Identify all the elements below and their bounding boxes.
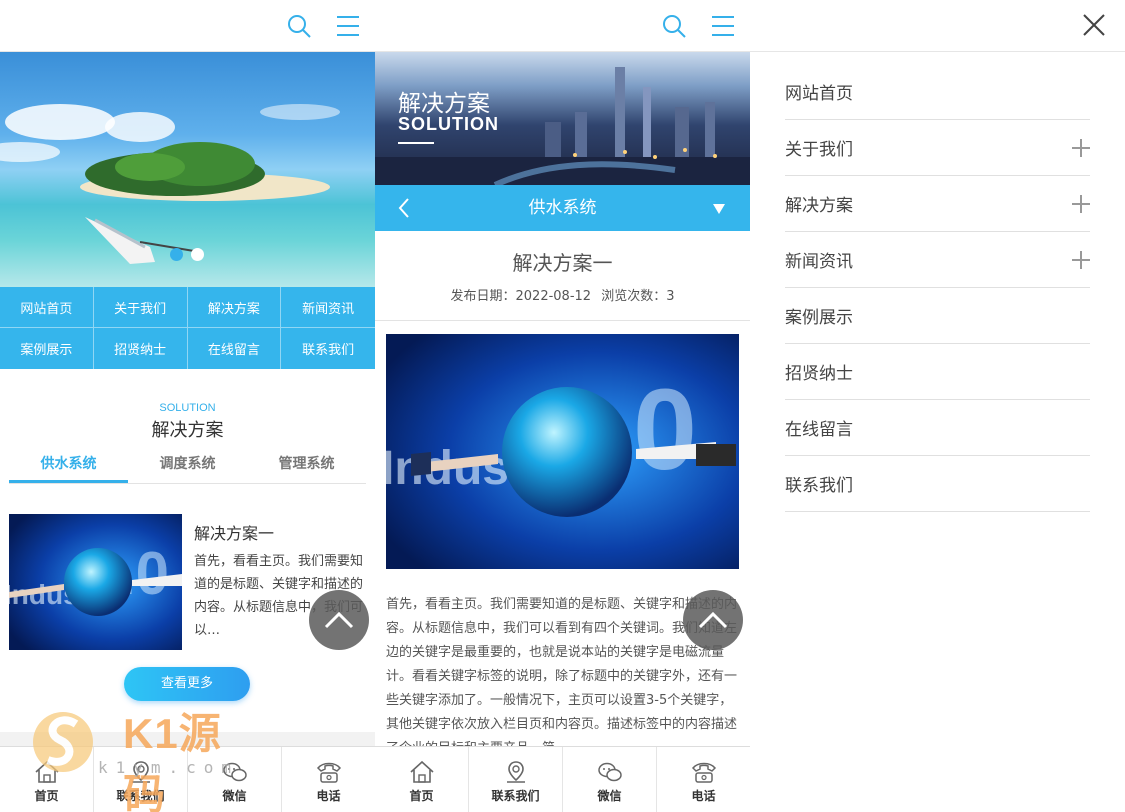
footer-home-button[interactable]: 首页 <box>375 747 469 812</box>
solution-thumbnail[interactable]: .0 Indus <box>9 514 182 650</box>
footer-contact-label: 联系我们 <box>491 789 540 803</box>
footer-phone-button[interactable]: 电话 <box>282 747 375 812</box>
nav-item-message[interactable]: 在线留言 <box>188 328 282 369</box>
hero-banner <box>0 52 375 287</box>
menu-item-label: 解决方案 <box>785 196 853 216</box>
tab-management[interactable]: 管理系统 <box>247 449 366 483</box>
section-title: 解决方案 <box>151 420 224 441</box>
banner-title: 解决方案 <box>398 91 490 117</box>
menu-item-solutions[interactable]: 解决方案 <box>785 176 1090 232</box>
caret-down-icon[interactable] <box>712 203 726 215</box>
nav-item-about[interactable]: 关于我们 <box>93 287 188 328</box>
article-date: 发布日期：2022-08-12 <box>450 289 592 304</box>
wechat-icon <box>597 762 622 782</box>
plus-icon[interactable] <box>1072 250 1090 269</box>
menu-item-jobs[interactable]: 招贤纳士 <box>785 344 1090 400</box>
globe-image: .0 Indus <box>386 334 739 569</box>
tab-water-supply[interactable]: 供水系统 <box>9 449 128 483</box>
view-more-button[interactable]: 查看更多 <box>124 667 250 701</box>
footer-phone-label: 电话 <box>316 789 341 803</box>
phone-icon <box>691 762 716 783</box>
phone-icon <box>316 762 341 783</box>
category-title: 供水系统 <box>528 198 597 218</box>
menu-item-about[interactable]: 关于我们 <box>785 120 1090 176</box>
chevron-up-icon <box>698 611 728 629</box>
menu-item-label: 网站首页 <box>785 84 853 104</box>
menu-item-message[interactable]: 在线留言 <box>785 400 1090 456</box>
plus-icon[interactable] <box>1072 138 1090 157</box>
menu-item-news[interactable]: 新闻资讯 <box>785 232 1090 288</box>
footer-contact-button[interactable]: 联系我们 <box>469 747 563 812</box>
watermark-brand: K1源码 <box>123 710 222 812</box>
nav-item-contact[interactable]: 联系我们 <box>281 328 375 369</box>
globe-image: .0 Indus <box>9 514 182 650</box>
side-menu: 网站首页 关于我们 解决方案 新闻资讯 案例展示 招贤纳士 在线留言 联系我们 <box>785 64 1090 512</box>
menu-item-label: 联系我们 <box>785 476 853 496</box>
nav-item-solutions[interactable]: 解决方案 <box>187 287 282 328</box>
nav-item-home[interactable]: 网站首页 <box>0 287 94 328</box>
article-title: 解决方案一 <box>512 251 613 275</box>
footer-home-label: 首页 <box>409 789 434 803</box>
watermark-url: k1ym.com <box>98 758 240 777</box>
home-panel: 网站首页 关于我们 解决方案 新闻资讯 案例展示 招贤纳士 在线留言 联系我们 … <box>0 0 375 812</box>
nav-item-news[interactable]: 新闻资讯 <box>281 287 375 328</box>
solution-item-title[interactable]: 解决方案一 <box>194 520 274 544</box>
menu-item-label: 关于我们 <box>785 140 853 160</box>
menu-item-home[interactable]: 网站首页 <box>785 64 1090 120</box>
divider <box>375 320 750 321</box>
chevron-up-icon <box>324 611 354 629</box>
nav-item-jobs[interactable]: 招贤纳士 <box>94 328 188 369</box>
menu-item-label: 在线留言 <box>785 420 853 440</box>
menu-item-contact[interactable]: 联系我们 <box>785 456 1090 512</box>
home-icon <box>409 760 434 783</box>
search-icon[interactable] <box>285 12 313 40</box>
footer-phone-button[interactable]: 电话 <box>657 747 750 812</box>
tab-dispatch[interactable]: 调度系统 <box>128 449 247 483</box>
nav-item-cases[interactable]: 案例展示 <box>0 328 94 369</box>
banner-underline <box>398 142 434 144</box>
footer-home-label: 首页 <box>34 789 59 803</box>
footer-phone-label: 电话 <box>691 789 716 803</box>
watermark-s-icon <box>33 712 93 772</box>
banner-subtitle: SOLUTION <box>398 114 499 134</box>
menu-item-cases[interactable]: 案例展示 <box>785 288 1090 344</box>
footer-wechat-button[interactable]: 微信 <box>563 747 657 812</box>
bottom-toolbar: 首页 联系我们 微信 电话 <box>375 746 750 812</box>
back-to-top-button[interactable] <box>309 590 369 650</box>
page-banner: 解决方案 SOLUTION <box>375 52 750 185</box>
article-panel: 解决方案 SOLUTION 供水系统 解决方案一 发布日期：2022-08-12… <box>375 0 750 812</box>
carousel-dot[interactable] <box>170 248 183 261</box>
top-bar <box>375 0 750 52</box>
top-bar <box>750 0 1125 52</box>
close-icon[interactable] <box>1081 12 1107 38</box>
search-icon[interactable] <box>660 12 688 40</box>
menu-item-label: 案例展示 <box>785 308 853 328</box>
menu-icon[interactable] <box>334 12 362 40</box>
watermark-logo: K1源码 k1ym.com <box>28 700 243 812</box>
article-views: 浏览次数：3 <box>601 289 675 304</box>
top-bar <box>0 0 375 52</box>
back-to-top-button[interactable] <box>683 590 743 650</box>
main-nav-grid: 网站首页 关于我们 解决方案 新闻资讯 案例展示 招贤纳士 在线留言 联系我们 <box>0 287 375 369</box>
section-subtitle: SOLUTION <box>159 402 216 414</box>
plus-icon[interactable] <box>1072 194 1090 213</box>
carousel-dot[interactable] <box>191 248 204 261</box>
category-bar: 供水系统 <box>375 185 750 231</box>
menu-item-label: 招贤纳士 <box>785 364 853 384</box>
footer-wechat-label: 微信 <box>597 789 622 803</box>
article-meta: 发布日期：2022-08-12 浏览次数：3 <box>375 285 750 304</box>
article-image: .0 Indus <box>386 334 739 569</box>
solution-tabs: 供水系统 调度系统 管理系统 <box>9 449 366 484</box>
location-icon <box>506 761 525 783</box>
menu-icon[interactable] <box>709 12 737 40</box>
carousel-dots <box>170 248 204 261</box>
menu-panel: 网站首页 关于我们 解决方案 新闻资讯 案例展示 招贤纳士 在线留言 联系我们 <box>750 0 1125 812</box>
menu-item-label: 新闻资讯 <box>785 252 853 272</box>
